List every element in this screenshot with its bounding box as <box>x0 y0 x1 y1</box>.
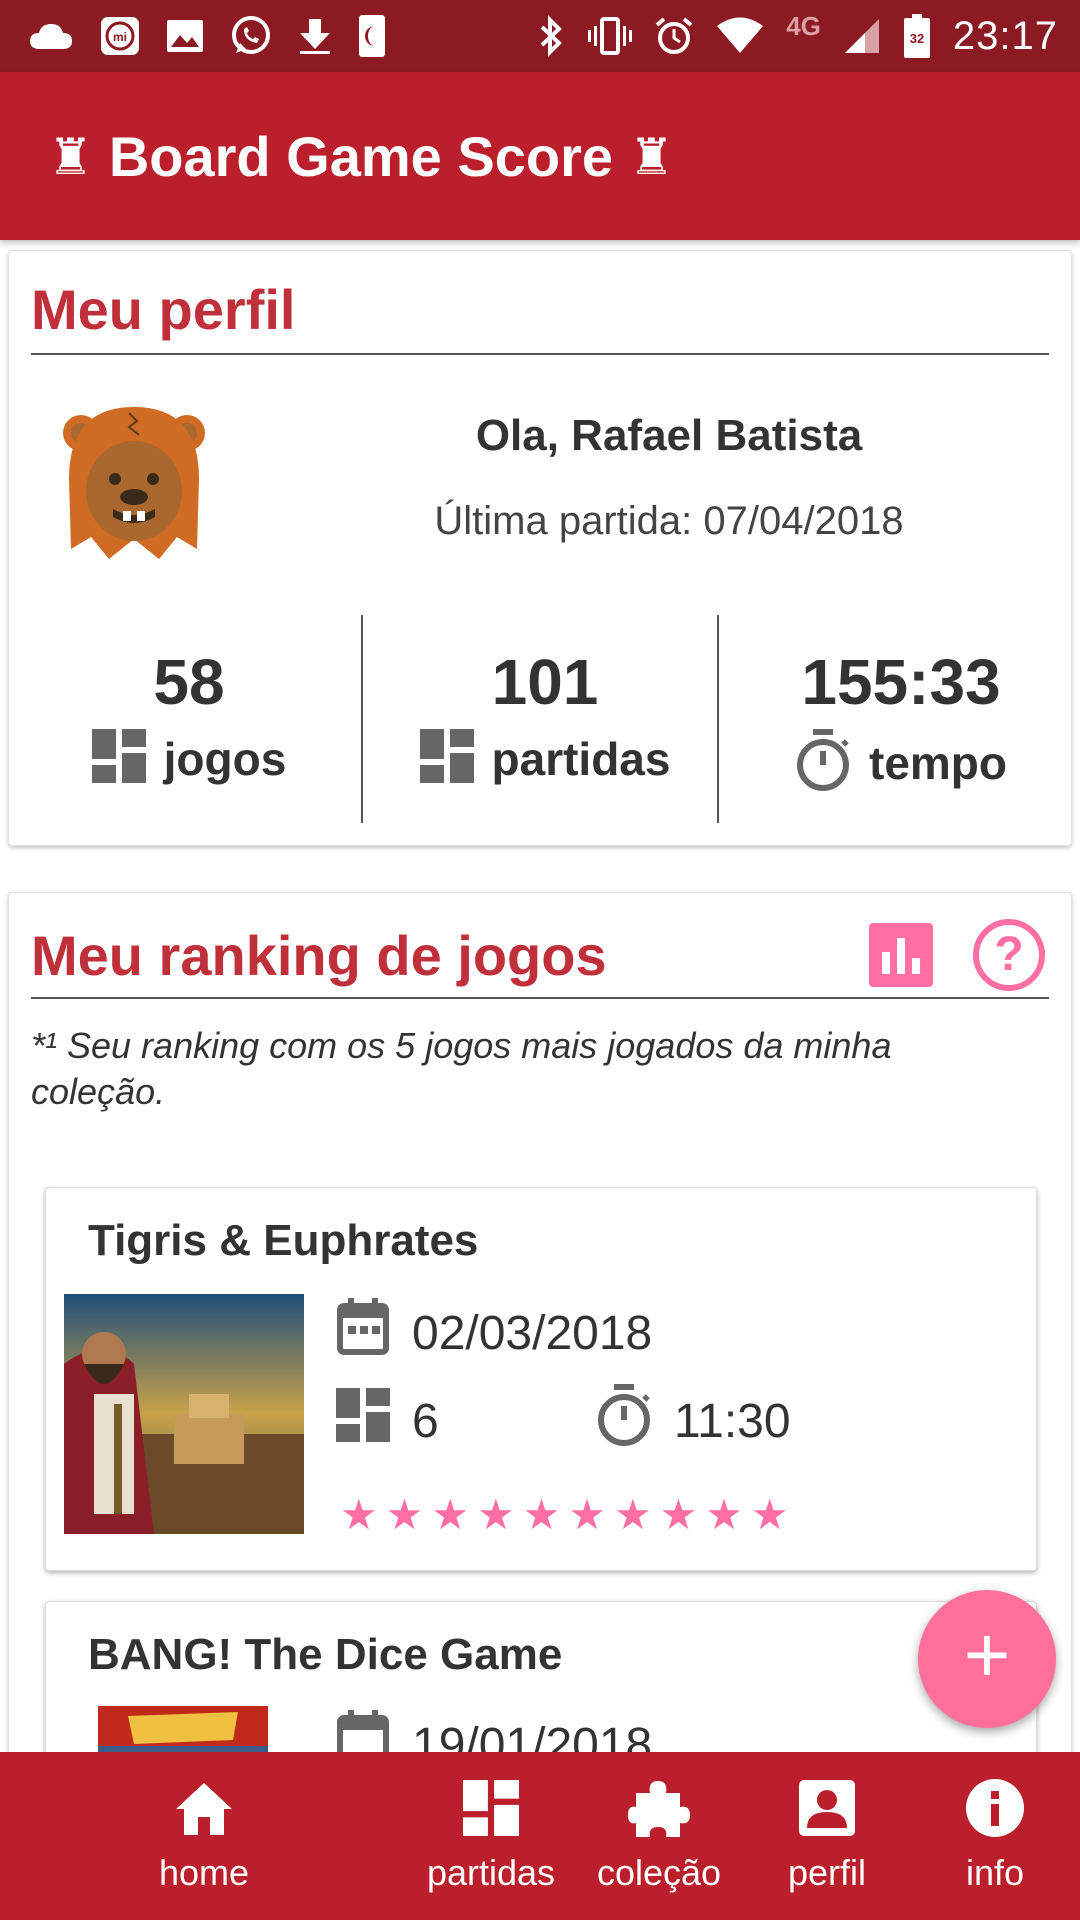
alarm-icon <box>654 16 694 56</box>
dashboard-icon <box>336 1388 390 1454</box>
whatsapp-icon <box>230 15 272 57</box>
battery-icon: 32 <box>903 13 931 59</box>
nav-item-perfil[interactable]: perfil <box>742 1776 912 1894</box>
game-title: BANG! The Dice Game <box>88 1630 563 1679</box>
stat-matches-value: 101 <box>491 646 599 718</box>
rating-stars: ★ ★ ★ ★ ★ ★ ★ ★ ★ ★ <box>340 1494 789 1536</box>
profile-section-title: Meu perfil <box>31 278 296 341</box>
game-card[interactable]: Tigris & Euphrates 02/03/2018 6 11:30 ★ … <box>45 1187 1037 1571</box>
home-icon <box>119 1776 289 1840</box>
image-icon <box>166 19 204 53</box>
star-icon: ★ <box>340 1490 378 1539</box>
nav-item-colecao[interactable]: coleção <box>574 1776 744 1894</box>
game-date: 02/03/2018 <box>412 1306 653 1360</box>
avatar <box>59 399 209 569</box>
game-matches-count: 6 <box>412 1394 439 1448</box>
bar-chart-icon-bar <box>912 958 920 974</box>
star-icon: ★ <box>568 1490 606 1539</box>
battery-level: 32 <box>910 31 924 46</box>
signal-icon <box>843 17 881 55</box>
wifi-icon <box>716 17 764 55</box>
phone-night-icon <box>358 14 386 58</box>
dashboard-icon <box>419 729 474 788</box>
bottom-navigation: home partidas coleção perfil info <box>0 1752 1080 1920</box>
star-icon: ★ <box>613 1490 652 1539</box>
star-icon: ★ <box>705 1490 743 1539</box>
puzzle-icon <box>574 1776 744 1840</box>
bar-chart-icon-bar <box>897 938 905 974</box>
stat-time-value: 155:33 <box>801 646 1001 718</box>
nav-label: info <box>965 1852 1025 1893</box>
game-cover-image <box>64 1294 304 1534</box>
calendar-icon <box>336 1298 390 1368</box>
last-match-text: Última partida: 07/04/2018 <box>434 499 904 543</box>
stat-games-label: jogos <box>163 732 287 785</box>
nav-item-info[interactable]: info <box>910 1776 1080 1894</box>
profile-card: Meu perfil Ola, Rafael Batista Última pa… <box>8 250 1072 846</box>
nav-item-home[interactable]: home <box>119 1776 289 1894</box>
help-icon[interactable]: ? <box>973 919 1045 991</box>
clock-time: 23:17 <box>952 13 1058 58</box>
chart-button[interactable] <box>869 923 933 987</box>
mi-app-icon: mi <box>100 16 140 56</box>
stat-time-label: tempo <box>869 736 1007 789</box>
stat-divider <box>361 615 363 823</box>
star-icon: ★ <box>750 1490 789 1539</box>
game-time-row: 11:30 <box>596 1384 791 1458</box>
app-bar: ♜ Board Game Score ♜ <box>0 72 1080 240</box>
rook-icon: ♜ <box>629 127 674 186</box>
cloud-icon <box>28 21 74 51</box>
ranking-section-title: Meu ranking de jogos <box>31 924 607 987</box>
network-type-label: 4G <box>786 10 821 41</box>
greeting-text: Ola, Rafael Batista <box>475 411 863 460</box>
nav-item-partidas[interactable]: partidas <box>406 1776 576 1894</box>
dashboard-icon <box>91 729 146 788</box>
info-icon <box>910 1776 1080 1840</box>
account-box-icon <box>742 1776 912 1840</box>
nav-label: coleção <box>596 1852 722 1893</box>
download-icon <box>298 17 332 55</box>
star-icon: ★ <box>476 1490 515 1539</box>
bluetooth-icon <box>536 15 566 57</box>
stat-divider <box>717 615 719 823</box>
vibrate-icon <box>588 16 633 56</box>
game-title: Tigris & Euphrates <box>88 1216 479 1265</box>
star-icon: ★ <box>522 1490 561 1539</box>
star-icon: ★ <box>431 1490 469 1539</box>
stat-matches: 101 partidas <box>375 645 715 788</box>
svg-text:mi: mi <box>113 30 127 44</box>
timer-icon <box>795 729 851 796</box>
stat-games: 58 jogos <box>19 645 359 788</box>
add-match-button[interactable]: + <box>918 1590 1056 1728</box>
app-title: Board Game Score <box>108 125 614 188</box>
stat-time: 155:33 tempo <box>731 645 1071 796</box>
nav-label: partidas <box>426 1852 556 1893</box>
nav-label: perfil <box>787 1852 867 1893</box>
stat-games-value: 58 <box>153 646 225 718</box>
nav-label: home <box>158 1852 250 1893</box>
game-time: 11:30 <box>674 1394 791 1448</box>
timer-icon <box>596 1384 652 1458</box>
game-date-row: 02/03/2018 <box>336 1298 652 1368</box>
star-icon: ★ <box>385 1490 424 1539</box>
section-divider <box>31 997 1049 999</box>
stat-matches-label: partidas <box>491 732 671 785</box>
bar-chart-icon-bar <box>882 952 890 974</box>
ranking-note: *¹ Seu ranking com os 5 jogos mais jogad… <box>31 1025 892 1112</box>
section-divider <box>31 353 1049 355</box>
rook-icon: ♜ <box>48 127 93 186</box>
game-matches-row: 6 <box>336 1388 439 1454</box>
status-bar: mi 4G 32 23:17 <box>0 0 1080 72</box>
star-icon: ★ <box>659 1490 698 1539</box>
dashboard-icon <box>406 1776 576 1840</box>
